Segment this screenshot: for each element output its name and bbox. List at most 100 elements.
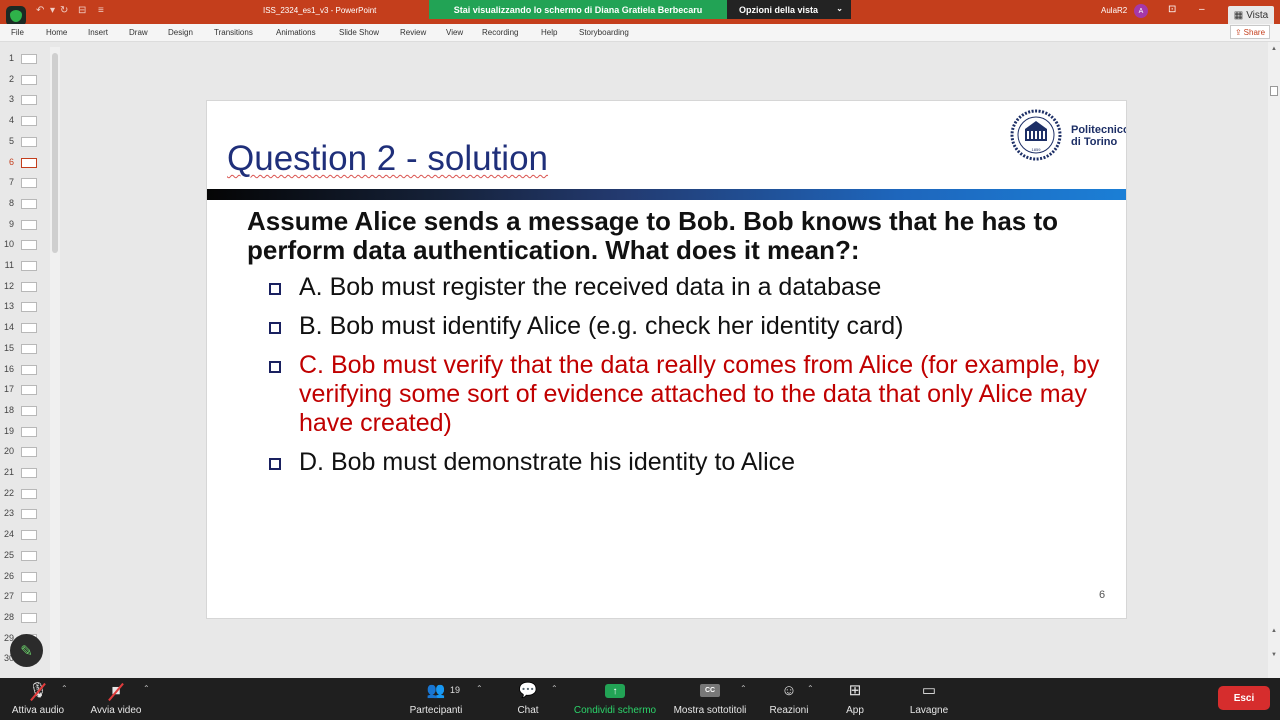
tab-slide-show[interactable]: Slide Show: [339, 28, 379, 37]
slide-thumbnail-17[interactable]: 17: [0, 380, 50, 400]
minimize-icon[interactable]: –: [1199, 4, 1205, 15]
slide-thumbnail-25[interactable]: 25: [0, 546, 50, 566]
view-options-label: Opzioni della vista: [739, 4, 819, 15]
slide-thumbnail-27[interactable]: 27: [0, 587, 50, 607]
screen: ↶ ▾ ↻ ⊟ ≡ ISS_2324_es1_v3 - PowerPoint S…: [0, 0, 1280, 720]
slide-thumbnail-24[interactable]: 24: [0, 525, 50, 545]
tab-view[interactable]: View: [446, 28, 463, 37]
start-video-button[interactable]: ■ Avvia video: [86, 678, 146, 720]
chevron-down-icon[interactable]: ▾: [50, 5, 55, 16]
slide-thumbnail-7[interactable]: 7: [0, 173, 50, 193]
scroll-down-icon[interactable]: ▲: [1271, 628, 1277, 634]
tab-insert[interactable]: Insert: [88, 28, 108, 37]
slide-thumbnail-image: [21, 592, 37, 603]
slide-thumbnail-1[interactable]: 1: [0, 49, 50, 69]
slide-thumbnail-26[interactable]: 26: [0, 567, 50, 587]
ribbon-display-icon[interactable]: ⊡: [1168, 4, 1176, 15]
tab-help[interactable]: Help: [541, 28, 557, 37]
slide-thumbnail-9[interactable]: 9: [0, 215, 50, 235]
apps-label: App: [846, 705, 864, 716]
slide-number-label: 27: [3, 591, 14, 602]
scroll-up-icon[interactable]: ▲: [1271, 46, 1277, 52]
slide-thumbnail-3[interactable]: 3: [0, 90, 50, 110]
slide-canvas[interactable]: Question 2 - solution 1859 Politecnico d…: [206, 100, 1127, 619]
slide-number-label: 18: [3, 404, 14, 415]
chevron-up-icon[interactable]: ⌃: [551, 684, 558, 693]
tab-transitions[interactable]: Transitions: [214, 28, 253, 37]
tab-storyboarding[interactable]: Storyboarding: [579, 28, 629, 37]
slide-thumbnail-16[interactable]: 16: [0, 360, 50, 380]
slide-number-label: 21: [3, 467, 14, 477]
tab-recording[interactable]: Recording: [482, 28, 518, 37]
slide-thumbnail-20[interactable]: 20: [0, 442, 50, 462]
scroll-down-icon[interactable]: ▼: [1271, 652, 1277, 658]
share-button[interactable]: ⇪ Share: [1230, 25, 1270, 39]
tab-design[interactable]: Design: [168, 28, 193, 37]
vista-button[interactable]: ▦ Vista: [1228, 6, 1274, 24]
chevron-up-icon[interactable]: ⌃: [476, 684, 483, 693]
present-icon[interactable]: ⊟: [78, 5, 86, 16]
customize-icon[interactable]: ≡: [98, 5, 104, 16]
redo-icon[interactable]: ↻: [60, 5, 68, 16]
tab-review[interactable]: Review: [400, 28, 426, 37]
chat-button[interactable]: 💬 Chat: [508, 678, 548, 720]
slide-thumbnail-8[interactable]: 8: [0, 194, 50, 214]
slide-thumbnail-11[interactable]: 11: [0, 256, 50, 276]
slide-number-label: 23: [3, 508, 14, 519]
slide-number-label: 26: [3, 570, 14, 581]
slide-thumbnail-2[interactable]: 2: [0, 70, 50, 90]
apps-button[interactable]: ⊞ App: [835, 678, 875, 720]
share-screen-label: Condividi schermo: [573, 705, 657, 716]
slide-thumbnail-22[interactable]: 22: [0, 484, 50, 504]
slide-scrollbar[interactable]: ▲ ▲ ▼: [1268, 42, 1280, 678]
slide-thumbnail-14[interactable]: 14: [0, 318, 50, 338]
view-options-button[interactable]: Opzioni della vista ⌄: [727, 0, 851, 19]
slide-thumbnail-28[interactable]: 28: [0, 608, 50, 628]
tab-draw[interactable]: Draw: [129, 28, 148, 37]
slide-thumbnail-13[interactable]: 13: [0, 297, 50, 317]
undo-icon[interactable]: ↶: [36, 5, 44, 16]
slide-title: Question 2 - solution: [227, 139, 549, 178]
slide-thumbnail-6[interactable]: 6: [0, 153, 50, 173]
chevron-up-icon[interactable]: ⌃: [61, 684, 68, 693]
slide-thumbnail-19[interactable]: 19: [0, 422, 50, 442]
tab-animations[interactable]: Animations: [276, 28, 316, 37]
slide-thumbnail-5[interactable]: 5: [0, 132, 50, 152]
share-screen-button[interactable]: ↑ Condividi schermo: [570, 678, 660, 720]
participants-icon: 👥: [426, 682, 446, 699]
answer-list: A. Bob must register the received data i…: [269, 273, 1119, 487]
slide-thumbnail-18[interactable]: 18: [0, 401, 50, 421]
slide-thumbnail-image: [21, 530, 37, 541]
slide-thumbnail-12[interactable]: 12: [0, 277, 50, 297]
video-label: Avvia video: [90, 705, 142, 716]
slide-thumbnail-15[interactable]: 15: [0, 339, 50, 359]
whiteboards-button[interactable]: ▭ Lavagne: [904, 678, 954, 720]
tab-file[interactable]: File: [11, 28, 24, 37]
document-title: ISS_2324_es1_v3 - PowerPoint: [263, 6, 377, 15]
participants-count: 19: [450, 685, 461, 695]
scroll-thumb[interactable]: [1270, 86, 1278, 96]
slide-thumbnail-image: [21, 302, 37, 313]
chevron-up-icon[interactable]: ⌃: [740, 684, 747, 693]
ribbon-tabs: File Home Insert Draw Design Transitions…: [0, 24, 1280, 42]
slide-thumbnail-image: [21, 468, 37, 478]
avatar[interactable]: A: [1134, 4, 1148, 18]
chevron-up-icon[interactable]: ⌃: [143, 684, 150, 693]
share-label: Share: [1243, 27, 1266, 37]
slide-thumbnail-image: [21, 405, 37, 416]
slide-thumbnail-image: [21, 343, 37, 354]
slide-thumbnail-image: [21, 74, 37, 85]
thumbnail-scrollbar[interactable]: [50, 47, 60, 677]
pen-annotation-button[interactable]: ✎: [10, 634, 43, 667]
slide-thumbnail-23[interactable]: 23: [0, 504, 50, 524]
slide-thumbnail-image: [21, 550, 37, 561]
tab-home[interactable]: Home: [46, 28, 67, 37]
pencil-icon: ✎: [20, 642, 33, 660]
chevron-up-icon[interactable]: ⌃: [807, 684, 814, 693]
whiteboard-icon: ▭: [921, 682, 937, 699]
slide-thumbnail-image: [21, 178, 37, 189]
exit-meeting-button[interactable]: Esci: [1218, 686, 1270, 710]
slide-thumbnail-4[interactable]: 4: [0, 111, 50, 131]
slide-thumbnail-10[interactable]: 10: [0, 235, 50, 255]
slide-thumbnail-21[interactable]: 21: [0, 463, 50, 483]
